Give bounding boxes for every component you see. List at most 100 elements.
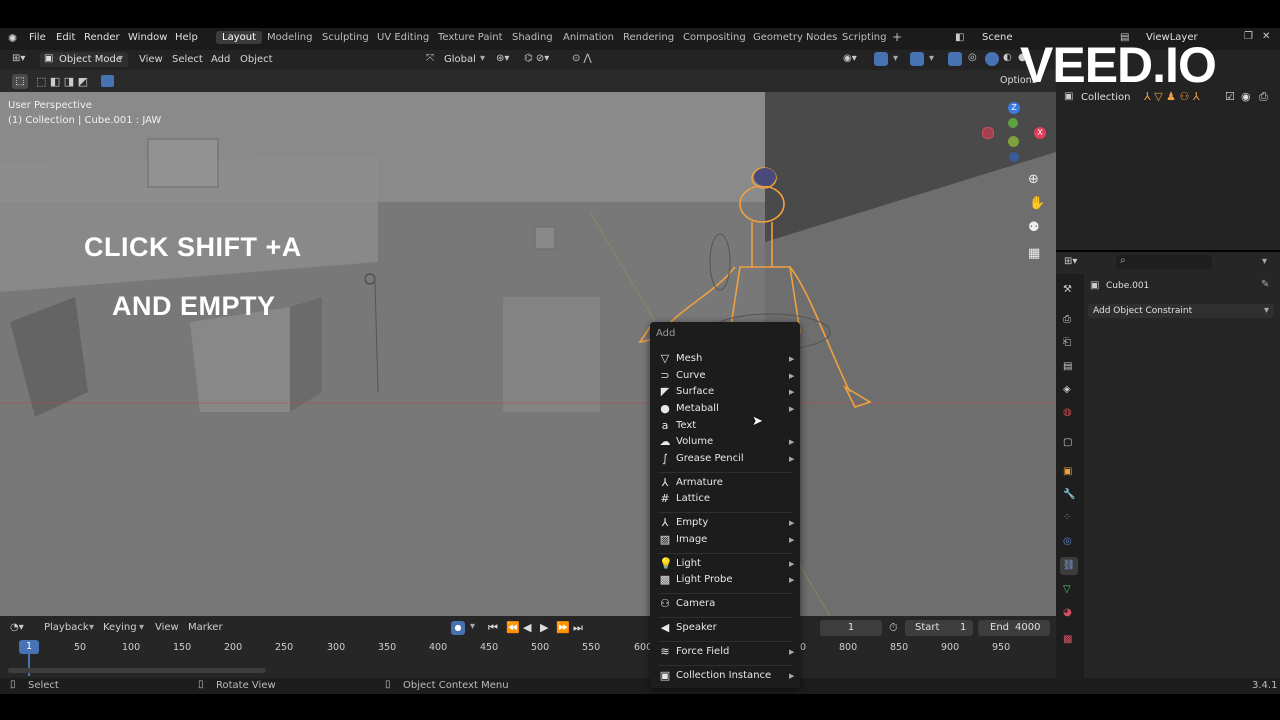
overlay-toggle-icon[interactable]: [910, 52, 924, 66]
add-menu-item-text[interactable]: a Text: [650, 418, 800, 434]
menu-file[interactable]: File: [29, 32, 46, 43]
data-tab-icon[interactable]: ▽: [1063, 584, 1071, 595]
add-menu-item-volume[interactable]: ☁ Volume ▶: [650, 434, 800, 450]
menu-view[interactable]: View: [139, 54, 163, 65]
menu-add[interactable]: Add: [211, 54, 230, 65]
gizmo-neg-x-axis[interactable]: [982, 127, 994, 139]
visibility-eye-icon[interactable]: ◉: [1241, 90, 1251, 103]
current-frame-field[interactable]: 1: [820, 620, 882, 636]
jump-start-icon[interactable]: ⏮: [488, 621, 498, 635]
modifiers-tab-icon[interactable]: 🔧: [1063, 489, 1075, 500]
tab-uv-editing[interactable]: UV Editing: [377, 32, 429, 43]
mode-dropdown[interactable]: ▣ Object Mode ▾: [40, 52, 128, 67]
menu-object[interactable]: Object: [240, 54, 273, 65]
jump-keyframe-forward-icon[interactable]: ⏩: [556, 621, 570, 634]
collection-checkbox-icon[interactable]: ☑: [1225, 90, 1235, 103]
add-menu-item-lattice[interactable]: # Lattice: [650, 491, 800, 507]
playhead[interactable]: 1: [19, 640, 39, 654]
scene-name[interactable]: Scene: [982, 32, 1013, 43]
solid-shading-icon[interactable]: [985, 52, 999, 66]
world-tab-icon[interactable]: ◍: [1063, 407, 1072, 418]
add-object-constraint-button[interactable]: Add Object Constraint ▾: [1088, 304, 1274, 318]
proportional-edit-icon[interactable]: ⊙ ⋀: [572, 53, 592, 64]
particles-tab-icon[interactable]: ⁘: [1063, 512, 1071, 523]
wireframe-shading-icon[interactable]: ◎: [968, 52, 977, 63]
properties-search-input[interactable]: ⌕: [1116, 255, 1212, 269]
menu-marker[interactable]: Marker: [188, 622, 223, 633]
perspective-toggle-icon[interactable]: ▦: [1028, 246, 1040, 261]
add-menu-item-mesh[interactable]: ▽ Mesh ▶: [650, 351, 800, 367]
copy-icon[interactable]: ❐: [1244, 31, 1253, 42]
add-menu-item-armature[interactable]: ⅄ Armature: [650, 475, 800, 491]
add-menu-item-surface[interactable]: ◤ Surface ▶: [650, 384, 800, 400]
menu-edit[interactable]: Edit: [56, 32, 75, 43]
menu-keying[interactable]: Keying: [103, 622, 137, 633]
constraints-tab-icon[interactable]: ⛓: [1060, 557, 1078, 575]
menu-help[interactable]: Help: [175, 32, 198, 43]
texture-tab-icon[interactable]: ▩: [1063, 634, 1072, 645]
tab-scripting[interactable]: Scripting: [842, 32, 886, 43]
render-camera-icon[interactable]: ⎙: [1259, 90, 1268, 104]
add-menu-item-camera[interactable]: ⚇ Camera: [650, 596, 800, 612]
visibility-icon[interactable]: ◉▾: [843, 53, 857, 64]
collection-tab-icon[interactable]: ▢: [1063, 437, 1072, 448]
gizmo-neg-z-axis[interactable]: [1009, 152, 1019, 162]
tab-geometry-nodes[interactable]: Geometry Nodes: [753, 32, 837, 43]
add-menu-item-light[interactable]: 💡 Light ▶: [650, 556, 800, 572]
tool-tab-icon[interactable]: ⚒: [1063, 284, 1072, 295]
add-menu-item-metaball[interactable]: ● Metaball ▶: [650, 401, 800, 417]
scene-icon[interactable]: ◧: [955, 32, 964, 43]
properties-editor-type-icon[interactable]: ⊞▾: [1064, 256, 1077, 267]
add-menu-item-curve[interactable]: ⊃ Curve ▶: [650, 368, 800, 384]
physics-tab-icon[interactable]: ◎: [1063, 536, 1072, 547]
view-layer-tab-icon[interactable]: ▤: [1063, 361, 1072, 372]
pin-icon[interactable]: ✎: [1261, 279, 1269, 290]
gizmo-z-axis[interactable]: Z: [1008, 102, 1020, 114]
material-tab-icon[interactable]: ◕: [1063, 607, 1072, 618]
3d-viewport[interactable]: User Perspective (1) Collection | Cube.0…: [0, 92, 1056, 616]
tab-shading[interactable]: Shading: [512, 32, 553, 43]
pivot-icon[interactable]: ⊛▾: [496, 53, 509, 64]
timeline-scrollbar[interactable]: [8, 668, 266, 673]
add-menu-item-collection-instance[interactable]: ▣ Collection Instance ▶: [650, 668, 800, 684]
select-box-mode-icons[interactable]: ⬚ ◧ ◨ ◩: [36, 75, 88, 88]
add-menu-item-light-probe[interactable]: ▩ Light Probe ▶: [650, 572, 800, 588]
properties-options-icon[interactable]: ▾: [1262, 256, 1267, 267]
zoom-icon[interactable]: ⊕: [1028, 172, 1039, 187]
gizmo-x-axis[interactable]: X: [1034, 127, 1046, 139]
add-menu-item-speaker[interactable]: ◀ Speaker: [650, 620, 800, 636]
add-menu-item-image[interactable]: ▨ Image ▶: [650, 532, 800, 548]
play-reverse-icon[interactable]: ◀: [523, 621, 531, 634]
timeline-editor-icon[interactable]: ◔▾: [10, 622, 24, 633]
xray-toggle-icon[interactable]: [948, 52, 962, 66]
pan-hand-icon[interactable]: ✋: [1029, 196, 1045, 211]
camera-view-icon[interactable]: ⚉: [1028, 220, 1040, 235]
auto-keying-icon[interactable]: ●: [451, 621, 465, 635]
end-frame-field[interactable]: End 4000: [978, 620, 1050, 636]
render-tab-icon[interactable]: ⎙: [1063, 314, 1071, 325]
menu-timeline-view[interactable]: View: [155, 622, 179, 633]
add-menu-item-grease-pencil[interactable]: ∫ Grease Pencil ▶: [650, 451, 800, 467]
timer-icon[interactable]: ⏱: [889, 621, 898, 635]
select-mode-active-icon[interactable]: [101, 75, 114, 87]
jump-end-icon[interactable]: ⏭: [573, 621, 583, 635]
tab-texture-paint[interactable]: Texture Paint: [438, 32, 503, 43]
transform-orientation-icon[interactable]: ⤧: [426, 53, 434, 64]
jump-keyframe-back-icon[interactable]: ⏪: [506, 621, 520, 634]
editor-type-icon[interactable]: ⊞▾: [12, 53, 25, 64]
tab-sculpting[interactable]: Sculpting: [322, 32, 369, 43]
gizmo-center[interactable]: [1008, 136, 1019, 147]
add-menu-item-empty[interactable]: ⅄ Empty ▶: [650, 515, 800, 531]
tab-rendering[interactable]: Rendering: [623, 32, 674, 43]
menu-window[interactable]: Window: [128, 32, 167, 43]
snap-icon[interactable]: ⌬ ⊘▾: [524, 53, 549, 64]
select-tool-icon[interactable]: ⬚: [12, 74, 28, 89]
play-icon[interactable]: ▶: [540, 621, 548, 634]
close-icon[interactable]: ✕: [1262, 31, 1270, 42]
tab-animation[interactable]: Animation: [563, 32, 614, 43]
menu-playback[interactable]: Playback: [44, 622, 89, 633]
scene-tab-icon[interactable]: ◈: [1063, 384, 1071, 395]
gizmo-y-axis[interactable]: [1008, 118, 1018, 128]
tab-modeling[interactable]: Modeling: [267, 32, 313, 43]
tab-compositing[interactable]: Compositing: [683, 32, 746, 43]
